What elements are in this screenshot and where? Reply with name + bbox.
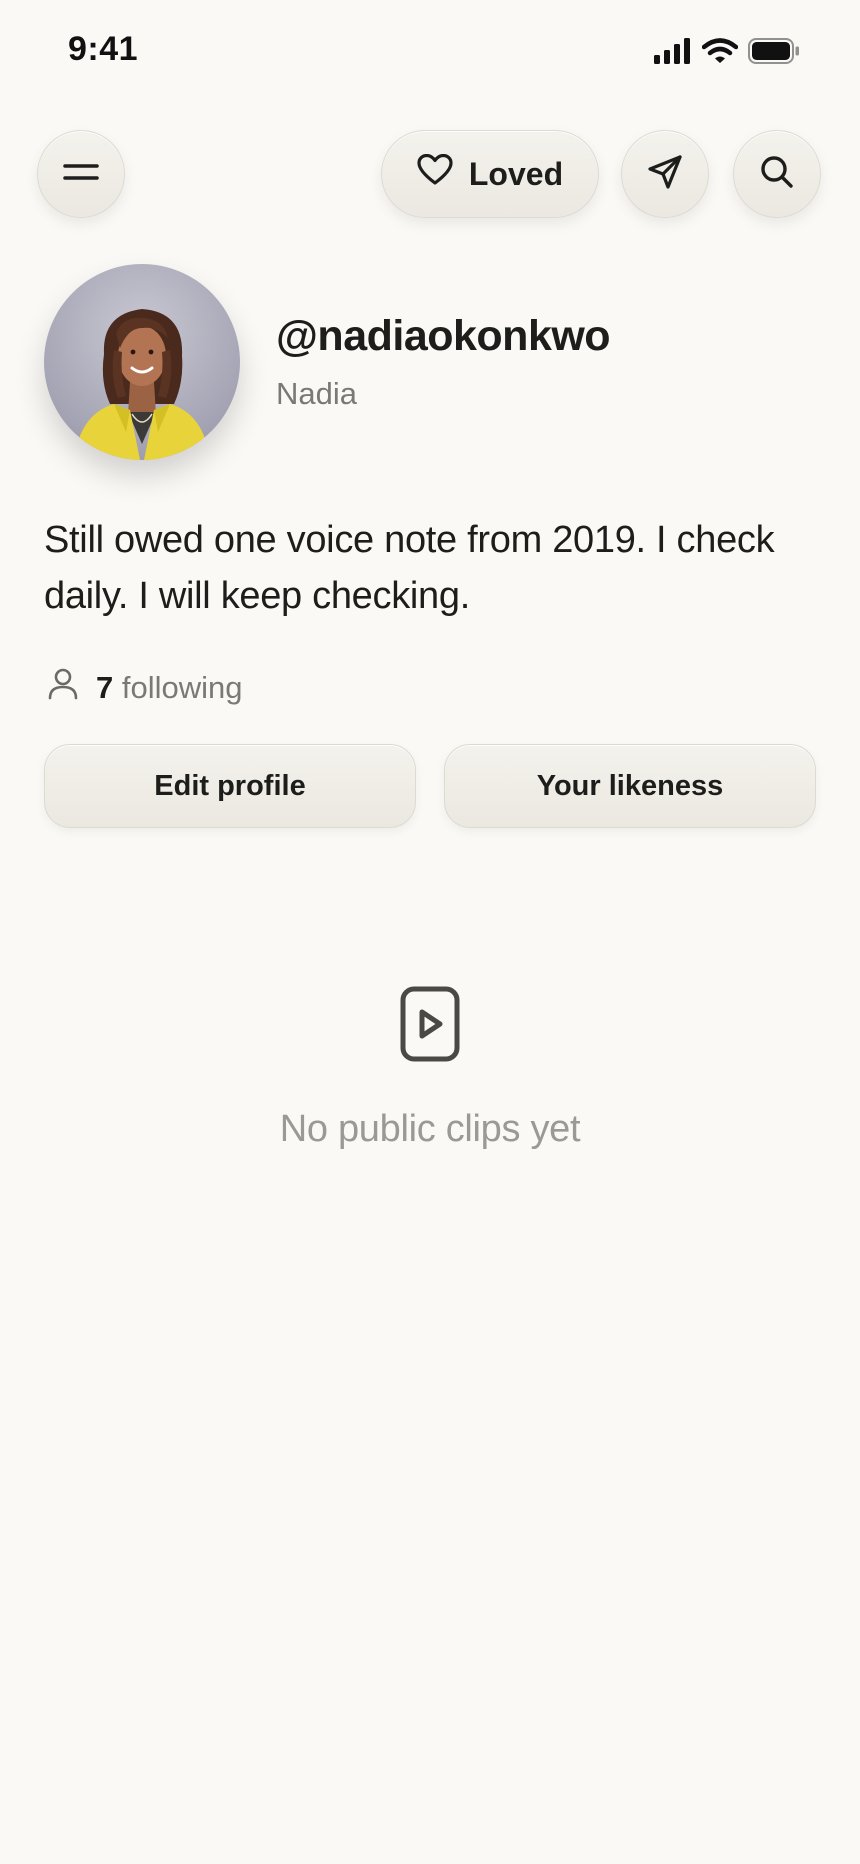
display-name: Nadia <box>276 376 357 411</box>
status-time: 9:41 <box>68 30 139 68</box>
edit-profile-button[interactable]: Edit profile <box>44 744 416 828</box>
loved-button[interactable]: Loved <box>381 130 599 218</box>
send-button[interactable] <box>621 130 709 218</box>
edit-profile-label: Edit profile <box>154 769 306 802</box>
heart-icon <box>417 153 453 194</box>
battery-icon <box>748 38 800 69</box>
wifi-icon <box>701 38 739 69</box>
username: @nadiaokonkwo <box>276 312 611 360</box>
avatar-portrait <box>74 309 210 460</box>
search-icon <box>759 154 795 195</box>
signal-icon <box>654 38 692 69</box>
send-icon <box>646 153 684 196</box>
bio: Still owed one voice note from 2019. I c… <box>44 519 775 617</box>
following-count: 7 <box>96 670 114 705</box>
avatar[interactable] <box>44 264 240 460</box>
video-play-icon <box>400 986 460 1067</box>
empty-state-message: No public clips yet <box>279 1108 581 1150</box>
following-label: following <box>121 670 243 705</box>
loved-label: Loved <box>468 155 564 192</box>
menu-button[interactable] <box>37 130 125 218</box>
following-row[interactable]: 7 following <box>48 668 243 708</box>
search-button[interactable] <box>733 130 821 218</box>
menu-icon <box>63 160 99 189</box>
your-likeness-button[interactable]: Your likeness <box>444 744 816 828</box>
your-likeness-label: Your likeness <box>536 769 724 802</box>
person-icon <box>48 668 78 708</box>
status-icons <box>654 38 800 69</box>
